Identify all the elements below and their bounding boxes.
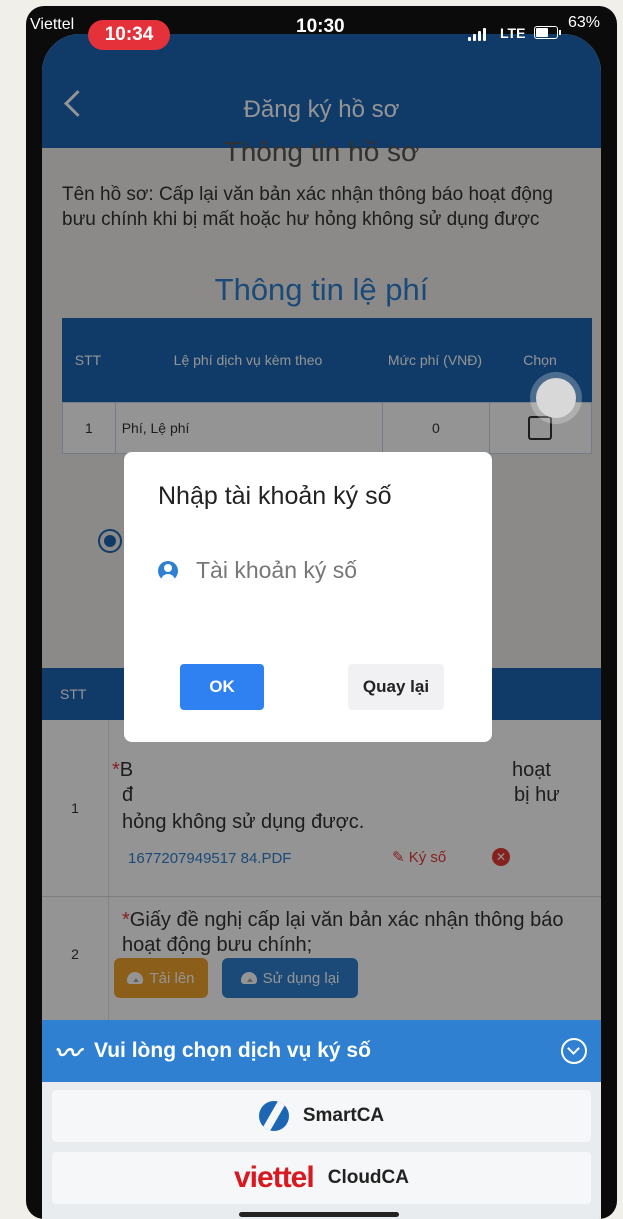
chevron-down-icon[interactable]: [561, 1038, 587, 1064]
user-icon: [158, 560, 178, 581]
battery-icon: [534, 26, 561, 39]
sign-service-sheet: 〰 Vui lòng chọn dịch vụ ký số SmartCA vi…: [42, 1020, 601, 1219]
cancel-button[interactable]: Quay lại: [348, 664, 444, 710]
ok-button[interactable]: OK: [180, 664, 264, 710]
signal-icon: [468, 28, 486, 41]
battery-percentage: 63%: [568, 14, 601, 31]
sign-account-field: [158, 556, 458, 585]
sign-option-label: CloudCA: [327, 1167, 409, 1188]
sign-account-input[interactable]: [194, 556, 448, 585]
sign-account-dialog: Nhập tài khoản ký số OK Quay lại: [124, 452, 492, 742]
smartca-logo-icon: [258, 1101, 289, 1131]
sign-service-header[interactable]: 〰 Vui lòng chọn dịch vụ ký số: [42, 1020, 601, 1082]
status-time: 10:30: [296, 16, 345, 37]
network-label: LTE: [500, 25, 526, 41]
sign-service-title: Vui lòng chọn dịch vụ ký số: [94, 1039, 371, 1062]
carrier-label: Viettel: [30, 16, 75, 33]
sign-option-label: SmartCA: [302, 1105, 385, 1126]
signature-icon: 〰: [54, 1037, 81, 1068]
viettel-logo: viettel: [234, 1161, 315, 1194]
sign-option-smartca[interactable]: SmartCA: [52, 1090, 591, 1142]
home-indicator[interactable]: [239, 1212, 399, 1217]
touch-indicator: [536, 378, 576, 418]
status-bar: Viettel 10:34 10:30 LTE 63%: [26, 6, 617, 50]
recording-indicator: 10:34: [88, 20, 170, 50]
dialog-title: Nhập tài khoản ký số: [158, 482, 392, 510]
sign-option-cloudca[interactable]: viettel CloudCA: [52, 1152, 591, 1204]
